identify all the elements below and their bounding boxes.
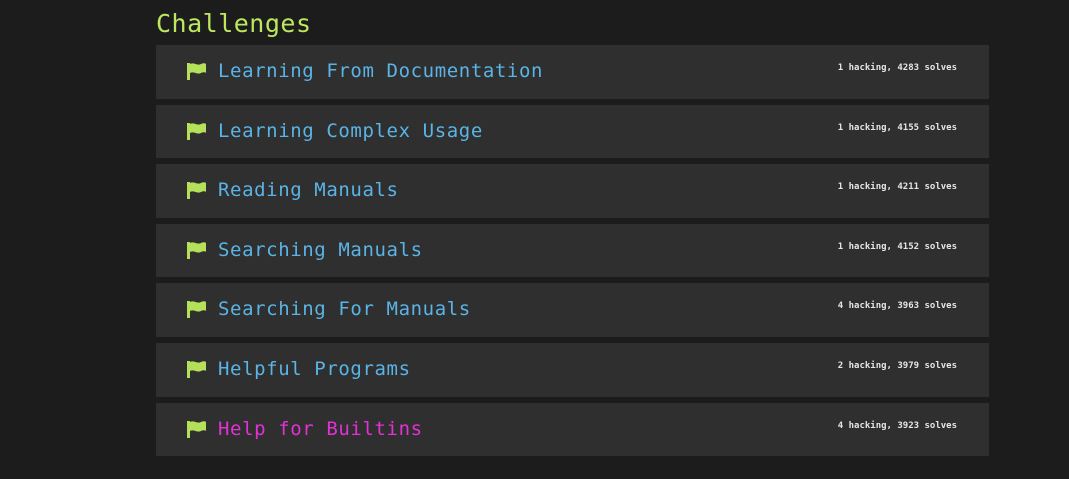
challenge-row[interactable]: Reading Manuals 1 hacking, 4211 solves bbox=[156, 164, 989, 218]
flag-icon bbox=[187, 63, 206, 80]
challenge-stats: 1 hacking, 4283 solves bbox=[837, 63, 957, 73]
challenge-stats: 1 hacking, 4211 solves bbox=[837, 182, 957, 192]
challenge-row[interactable]: Learning Complex Usage 1 hacking, 4155 s… bbox=[156, 105, 989, 158]
challenge-title[interactable]: Searching For Manuals bbox=[218, 297, 471, 321]
challenge-stats: 2 hacking, 3979 solves bbox=[837, 361, 957, 371]
page-title: Challenges bbox=[156, 9, 312, 38]
challenge-stats: 1 hacking, 4155 solves bbox=[837, 123, 957, 133]
challenge-title[interactable]: Helpful Programs bbox=[218, 357, 411, 381]
challenge-title[interactable]: Help for Builtins bbox=[218, 417, 423, 441]
flag-icon bbox=[187, 123, 206, 140]
challenge-title[interactable]: Reading Manuals bbox=[218, 178, 399, 202]
flag-icon bbox=[187, 421, 206, 438]
challenge-row[interactable]: Searching For Manuals 4 hacking, 3963 so… bbox=[156, 283, 989, 337]
challenge-stats: 4 hacking, 3963 solves bbox=[837, 301, 957, 311]
flag-icon bbox=[187, 242, 206, 259]
challenge-list: Learning From Documentation 1 hacking, 4… bbox=[156, 45, 989, 462]
challenge-stats: 4 hacking, 3923 solves bbox=[837, 421, 957, 431]
challenge-row[interactable]: Searching Manuals 1 hacking, 4152 solves bbox=[156, 224, 989, 277]
flag-icon bbox=[187, 301, 206, 318]
challenge-stats: 1 hacking, 4152 solves bbox=[837, 242, 957, 252]
flag-icon bbox=[187, 361, 206, 378]
challenge-row[interactable]: Helpful Programs 2 hacking, 3979 solves bbox=[156, 343, 989, 397]
challenge-title[interactable]: Searching Manuals bbox=[218, 238, 423, 262]
challenge-title[interactable]: Learning Complex Usage bbox=[218, 119, 483, 143]
challenges-page: Challenges Learning From Documentation 1… bbox=[0, 0, 1069, 479]
challenge-row[interactable]: Help for Builtins 4 hacking, 3923 solves bbox=[156, 403, 989, 456]
flag-icon bbox=[187, 182, 206, 199]
challenge-row[interactable]: Learning From Documentation 1 hacking, 4… bbox=[156, 45, 989, 99]
challenge-title[interactable]: Learning From Documentation bbox=[218, 59, 543, 83]
